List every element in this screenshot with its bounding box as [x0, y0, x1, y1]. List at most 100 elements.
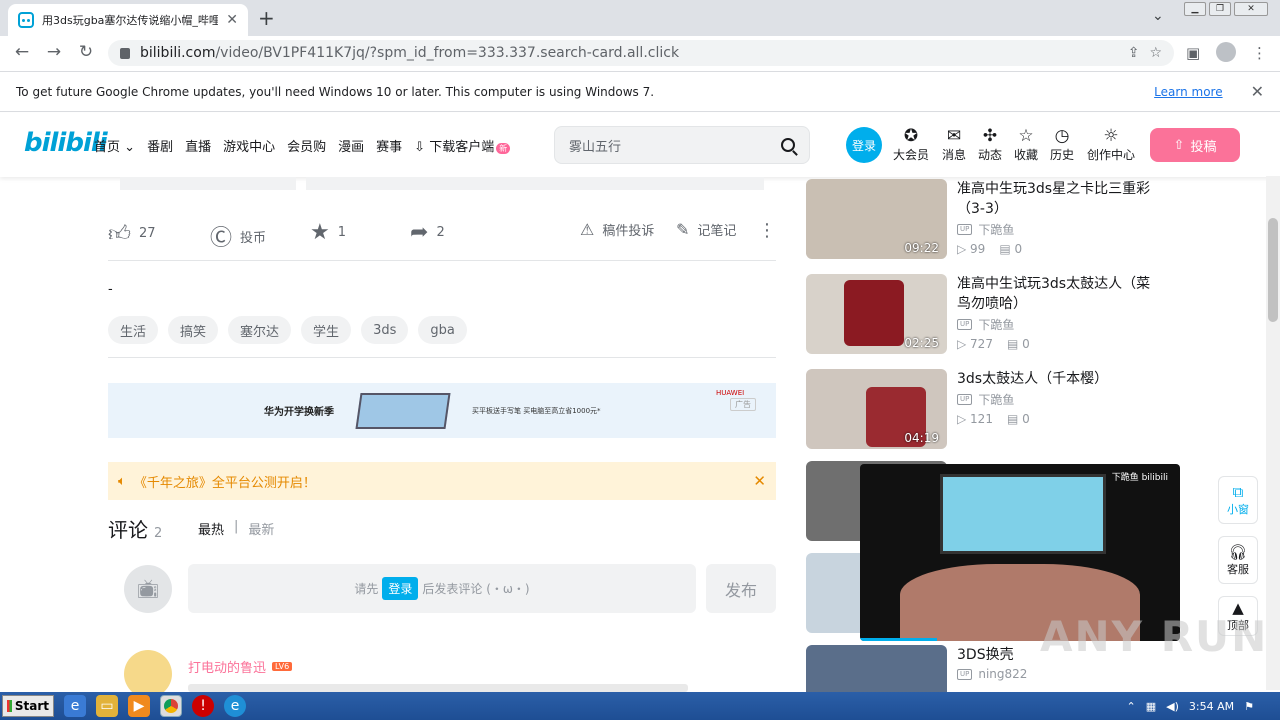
tag[interactable]: 搞笑	[168, 316, 219, 344]
notice-bar[interactable]: 🔈︎ 《千年之旅》全平台公测开启！ ✕	[108, 462, 776, 500]
share-icon[interactable]: ⇪	[1128, 45, 1140, 61]
customer-service-button[interactable]: 🎧︎ 客服	[1218, 536, 1258, 584]
nav-download[interactable]: ⇩ 下载客户端新	[414, 136, 511, 155]
profile-avatar-icon[interactable]	[1216, 42, 1236, 62]
explorer-folder-icon[interactable]: ▭	[96, 695, 118, 717]
upload-button[interactable]: ⇧ 投稿	[1150, 128, 1240, 162]
action-center-flag-icon[interactable]: ⚑	[1244, 700, 1254, 713]
video-thumbnail[interactable]: 02:25	[806, 274, 947, 354]
minimize-window-icon[interactable]: ▁	[1184, 2, 1206, 16]
volume-icon[interactable]: ◀)	[1166, 700, 1179, 713]
tag-list: 生活 搞笑 塞尔达 学生 3ds gba	[108, 316, 467, 344]
rec-item[interactable]: 02:25 准高中生试玩3ds太鼓达人（菜鸟勿喷哈） UP 下跪鱼 ▷ 727 ▤ …	[806, 274, 1206, 354]
close-window-icon[interactable]: ✕	[1234, 2, 1268, 16]
restore-window-icon[interactable]: ❐	[1209, 2, 1231, 16]
ie-icon[interactable]: e	[64, 695, 86, 717]
3ds-console-image	[844, 280, 904, 346]
scrollbar-thumb[interactable]	[1268, 218, 1278, 322]
notes-button[interactable]: ✎ 记笔记	[676, 220, 736, 239]
tag[interactable]: 塞尔达	[228, 316, 292, 344]
notice-close-icon[interactable]: ✕	[753, 472, 766, 490]
rec-title[interactable]: 准高中生试玩3ds太鼓达人（菜鸟勿喷哈）	[957, 274, 1157, 314]
tag[interactable]: 3ds	[361, 316, 409, 344]
login-avatar-button[interactable]: 登录	[846, 127, 882, 163]
creator-icon: ☼	[1103, 126, 1119, 146]
nav-manga[interactable]: 漫画	[338, 136, 364, 155]
nav-mall[interactable]: 会员购	[287, 136, 326, 155]
placeholder-strip	[120, 177, 296, 190]
reload-icon[interactable]: ↻	[74, 42, 98, 62]
like-button[interactable]: 👍︎ 27	[108, 220, 156, 247]
favorite-button[interactable]: ★ 1	[310, 220, 346, 245]
share-button[interactable]: ➦ 2	[410, 220, 445, 245]
nav-live[interactable]: 直播	[185, 136, 211, 155]
infobar-close-icon[interactable]: ✕	[1251, 82, 1264, 101]
nav-game-center[interactable]: 游戏中心	[223, 136, 275, 155]
mini-window-label: 小窗	[1227, 502, 1249, 516]
video-thumbnail[interactable]: 04:19	[806, 369, 947, 449]
media-player-icon[interactable]: ▶	[128, 695, 150, 717]
header-creator[interactable]: ☼ 创作中心	[1084, 126, 1138, 163]
rec-title[interactable]: 3ds太鼓达人（千本樱）	[957, 369, 1157, 389]
rec-item[interactable]: 09:22 准高中生玩3ds星之卡比三重彩（3-3） UP 下跪鱼 ▷ 99 ▤ 0	[806, 179, 1206, 259]
tag[interactable]: gba	[418, 316, 467, 344]
nav-bangumi[interactable]: 番剧	[147, 136, 173, 155]
rec-uploader[interactable]: UP ning822	[957, 667, 1027, 681]
tab-title: 用3ds玩gba塞尔达传说缩小帽_哔哩	[42, 14, 219, 27]
report-button[interactable]: ⚠ 稿件投诉	[580, 220, 654, 239]
side-panel-icon[interactable]: ▣	[1186, 44, 1200, 62]
rec-item[interactable]: 04:19 3ds太鼓达人（千本樱） UP 下跪鱼 ▷ 121 ▤ 0	[806, 369, 1206, 449]
tab-close-icon[interactable]: ✕	[226, 12, 238, 28]
rec-uploader[interactable]: UP 下跪鱼	[957, 316, 1014, 333]
send-comment-button[interactable]: 发布	[706, 564, 776, 613]
header-vip[interactable]: ✪ 大会员	[890, 126, 932, 163]
sort-new[interactable]: 最新	[248, 519, 274, 538]
header-message-label: 消息	[941, 148, 966, 162]
comment-input[interactable]: 请先 登录 后发表评论 (・ω・)	[188, 564, 696, 613]
nav-match[interactable]: 赛事	[376, 136, 402, 155]
chrome-icon[interactable]	[160, 695, 182, 717]
coin-button[interactable]: Ⓒ 投币	[210, 220, 266, 252]
learn-more-link[interactable]: Learn more	[1154, 85, 1222, 99]
avatar[interactable]	[124, 650, 172, 698]
video-thumbnail[interactable]: 09:22	[806, 179, 947, 259]
sort-hot[interactable]: 最热	[198, 519, 224, 538]
security-tool-icon[interactable]: !	[192, 695, 214, 717]
search-icon[interactable]	[781, 138, 795, 152]
video-thumbnail[interactable]	[806, 645, 947, 692]
rec-uploader[interactable]: UP 下跪鱼	[957, 391, 1014, 408]
bookmark-star-icon[interactable]: ☆	[1149, 45, 1162, 61]
notes-icon: ✎	[676, 220, 690, 239]
network-icon[interactable]: ▦	[1146, 700, 1156, 713]
menu-kebab-icon[interactable]: ⋮	[1252, 44, 1267, 62]
rec-uploader[interactable]: UP 下跪鱼	[957, 221, 1014, 238]
comment-author[interactable]: 打电动的鲁迅 LV6	[188, 657, 293, 676]
system-tray: ⌃ ▦ ◀) 3:54 AM ⚑	[1127, 700, 1280, 713]
more-menu-icon[interactable]: ⋮	[758, 220, 776, 241]
edge-icon[interactable]: e	[224, 695, 246, 717]
tray-expand-icon[interactable]: ⌃	[1127, 700, 1136, 713]
browser-tab[interactable]: 用3ds玩gba塞尔达传说缩小帽_哔哩 ✕	[8, 4, 248, 36]
address-bar[interactable]: bilibili.com/video/BV1PF411K7jq/?spm_id_…	[108, 40, 1174, 66]
clock[interactable]: 3:54 AM	[1189, 700, 1234, 713]
tag[interactable]: 学生	[301, 316, 352, 344]
header-history[interactable]: ◷ 历史	[1041, 126, 1083, 163]
rec-title[interactable]: 准高中生玩3ds星之卡比三重彩（3-3）	[957, 179, 1157, 219]
tag[interactable]: 生活	[108, 316, 159, 344]
ad-banner[interactable]: 华为开学换新季 买平板送手写笔 买电脑至高立省1000元* HUAWEI 广告	[108, 383, 776, 438]
up-icon: UP	[957, 224, 973, 235]
new-tab-icon[interactable]: +	[258, 6, 275, 30]
search-input[interactable]: 雾山五行	[569, 136, 781, 155]
start-button[interactable]: Start	[2, 695, 54, 717]
forward-icon[interactable]: →	[42, 42, 66, 62]
back-icon[interactable]: ←	[10, 42, 34, 62]
placeholder-strip	[306, 177, 764, 190]
mini-window-button[interactable]: ⧉ 小窗	[1218, 476, 1258, 524]
comment-login-button[interactable]: 登录	[382, 577, 419, 600]
notice-text[interactable]: 《千年之旅》全平台公测开启！	[134, 472, 316, 491]
url-text[interactable]: bilibili.com/video/BV1PF411K7jq/?spm_id_…	[140, 45, 1118, 61]
mini-player-progress[interactable]	[860, 638, 937, 641]
tab-search-chevron-icon[interactable]: ⌄	[1152, 8, 1164, 24]
search-box[interactable]: 雾山五行	[554, 126, 810, 164]
nav-home[interactable]: 首页 ⌄	[94, 136, 135, 155]
